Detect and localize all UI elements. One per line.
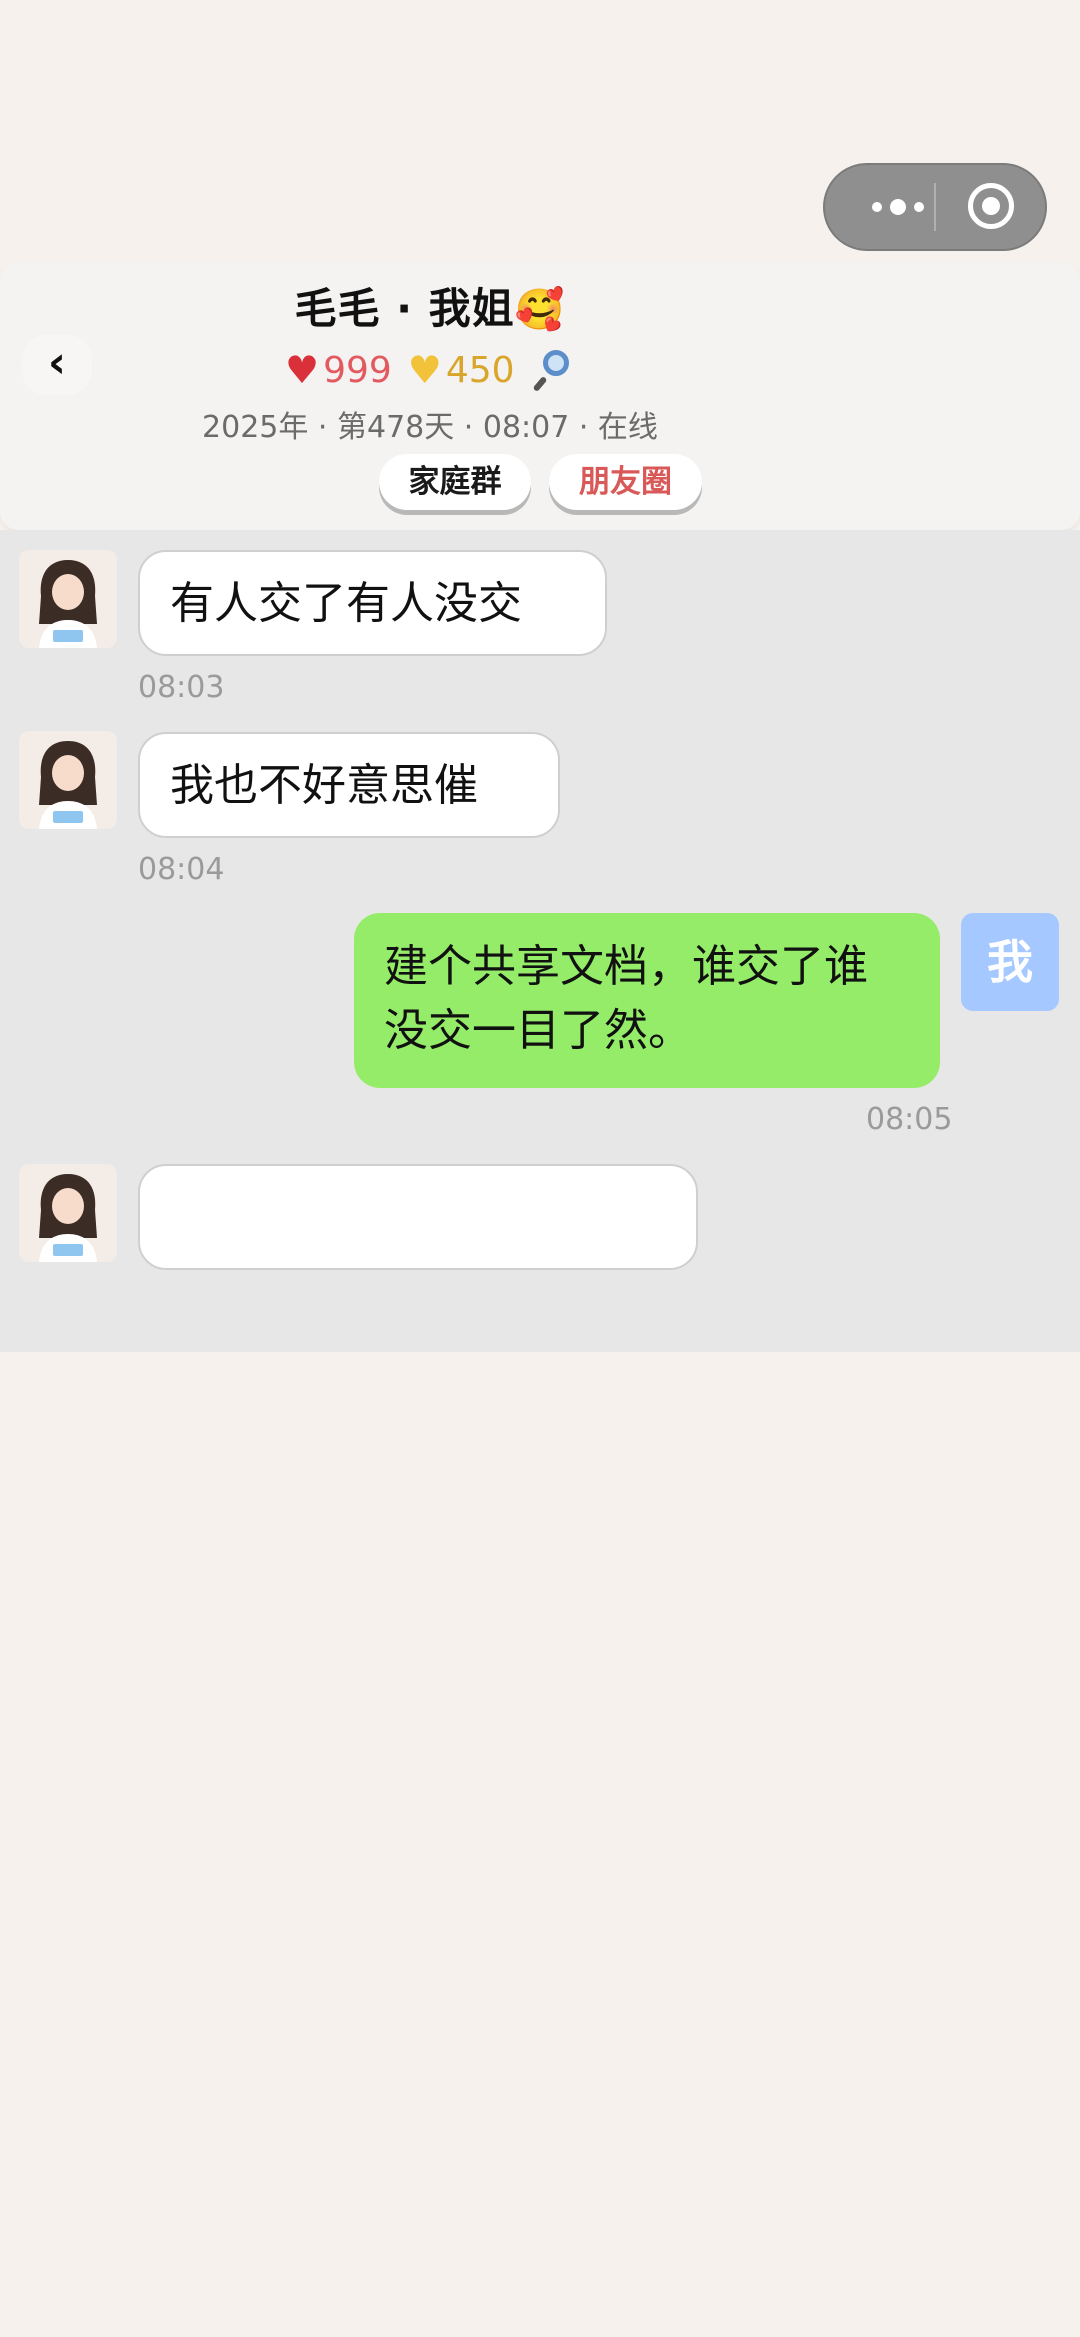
message-bubble-incoming-empty[interactable] [138,1164,698,1270]
yellow-heart-count: 450 [445,349,515,391]
yellow-heart-icon: ♥ [407,348,442,392]
message-time: 08:03 [138,670,225,705]
search-icon[interactable] [532,348,577,393]
red-heart-count: 999 [323,349,392,391]
message-time: 08:04 [138,852,225,887]
capsule-divider [934,183,936,231]
tab-family-group[interactable]: 家庭群 [379,454,531,510]
page-title: 毛毛 · 我姐🥰 [0,275,860,336]
red-heart-icon: ♥ [285,348,320,392]
stats-row: ♥ 999 ♥ 450 [285,342,577,398]
contact-avatar[interactable] [19,731,117,829]
back-button[interactable]: ‹ [22,335,92,395]
more-dots-icon[interactable] [855,165,941,249]
contact-avatar[interactable] [19,550,117,648]
status-meta: 2025年 · 第478天 · 08:07 · 在线 [202,410,658,445]
my-avatar[interactable]: 我 [961,913,1059,1011]
message-bubble-incoming[interactable]: 有人交了有人没交 [138,550,607,656]
message-bubble-outgoing[interactable]: 建个共享文档，谁交了谁没交一目了然。 [354,913,940,1088]
tab-moments[interactable]: 朋友圈 [549,454,702,510]
smiling-hearts-icon: 🥰 [514,287,566,333]
contact-name: 毛毛 · 我姐 [294,284,515,333]
message-bubble-incoming[interactable]: 我也不好意思催 [138,732,560,838]
message-time: 08:05 [866,1102,953,1137]
contact-avatar[interactable] [19,1164,117,1262]
mini-program-capsule [823,163,1047,251]
close-target-icon[interactable] [968,183,1014,229]
